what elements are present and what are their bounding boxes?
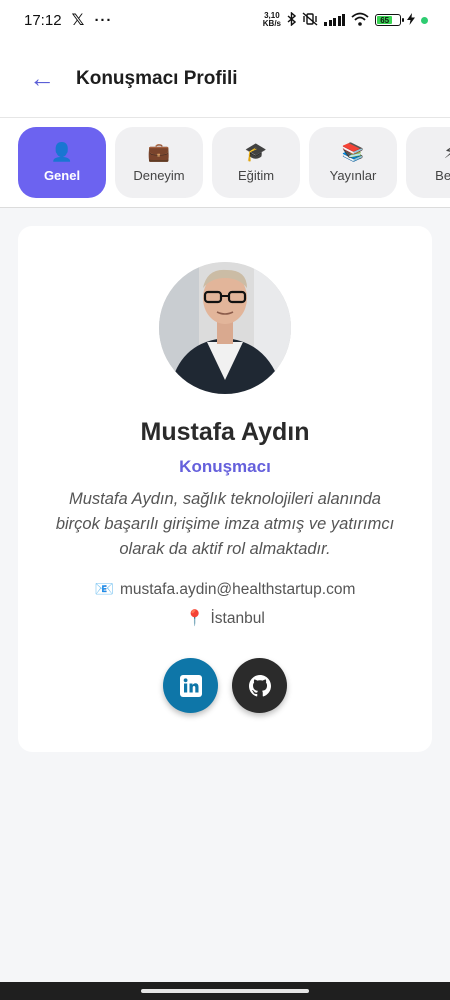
- network-speed: 3,10 KB/s: [263, 12, 281, 28]
- tab-label: Genel: [43, 168, 81, 183]
- wifi-icon: [351, 12, 369, 29]
- social-links: [163, 658, 287, 713]
- battery-level: 65: [377, 16, 393, 25]
- email-row: 📧 mustafa.aydin@healthstartup.com: [95, 580, 356, 599]
- tab-yayinlar[interactable]: 📚 Yayınlar: [309, 127, 397, 198]
- page-title: Konuşmacı Profili: [76, 67, 238, 89]
- network-speed-unit: KB/s: [262, 19, 281, 28]
- status-time: 17:12: [24, 11, 62, 29]
- briefcase-icon: 💼: [147, 142, 171, 162]
- privacy-indicator-icon: [421, 16, 428, 24]
- charging-icon: [407, 12, 415, 28]
- system-nav-bar: [0, 982, 450, 1000]
- tab-label: Yayınlar: [329, 168, 377, 183]
- x-app-icon: 𝕏: [71, 12, 85, 29]
- bluetooth-icon: [287, 10, 297, 29]
- back-button[interactable]: ←: [20, 57, 64, 101]
- profile-card: Mustafa Aydın Konuşmacı Mustafa Aydın, s…: [18, 226, 432, 752]
- status-left: 17:12 𝕏 ···: [24, 10, 112, 30]
- speaker-role: Konuşmacı: [179, 457, 271, 476]
- tab-label: Deneyim: [133, 168, 185, 183]
- lightning-icon: ⚡: [444, 142, 450, 162]
- github-button[interactable]: [232, 658, 287, 713]
- linkedin-button[interactable]: [163, 658, 218, 713]
- app-bar: ← Konuşmacı Profili: [0, 40, 450, 118]
- tab-genel[interactable]: 👤 Genel: [18, 127, 106, 198]
- home-indicator[interactable]: [141, 989, 309, 993]
- books-icon: 📚: [341, 142, 365, 162]
- email-address[interactable]: mustafa.aydin@healthstartup.com: [120, 581, 355, 599]
- email-icon: 📧: [94, 581, 114, 598]
- tab-strip: 👤 Genel 💼 Deneyim 🎓 Eğitim 📚 Yayınlar ⚡ …: [0, 118, 450, 208]
- speaker-bio: Mustafa Aydın, sağlık teknolojileri alan…: [55, 490, 395, 558]
- cell-signal-icon: [324, 14, 345, 26]
- back-arrow-icon: ←: [29, 63, 55, 93]
- avatar-photo: [159, 262, 291, 394]
- tab-egitim[interactable]: 🎓 Eğitim: [212, 127, 300, 198]
- status-right: 3,10 KB/s 65: [263, 10, 428, 29]
- avatar: [159, 262, 291, 394]
- location-pin-icon: 📍: [185, 610, 205, 627]
- location-text: İstanbul: [210, 609, 265, 627]
- tab-beceriler[interactable]: ⚡ Bece: [406, 127, 450, 198]
- vibrate-off-icon: [302, 11, 318, 29]
- more-notifications-icon: ···: [94, 11, 113, 29]
- graduation-cap-icon: 🎓: [244, 142, 268, 162]
- tab-label: Eğitim: [237, 168, 275, 183]
- speaker-name: Mustafa Aydın: [140, 418, 310, 446]
- battery-icon: 65: [375, 14, 404, 26]
- linkedin-icon: [179, 674, 202, 697]
- person-icon: 👤: [50, 142, 74, 162]
- tab-deneyim[interactable]: 💼 Deneyim: [115, 127, 203, 198]
- location-row: 📍 İstanbul: [185, 609, 265, 628]
- github-icon: [248, 674, 271, 696]
- tab-label: Bece: [435, 168, 450, 183]
- status-bar: 17:12 𝕏 ··· 3,10 KB/s 65: [0, 0, 450, 40]
